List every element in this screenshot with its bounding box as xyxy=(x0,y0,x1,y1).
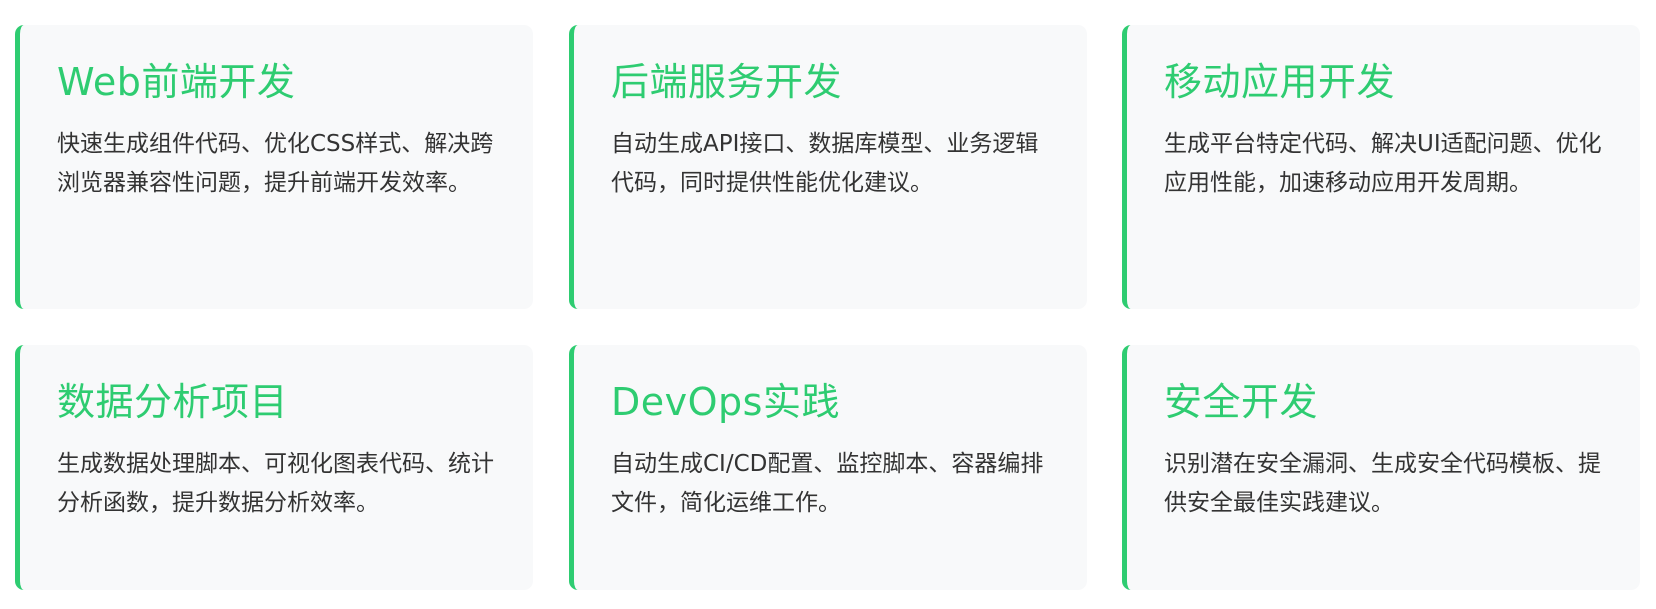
card-web-frontend: Web前端开发 快速生成组件代码、优化CSS样式、解决跨浏览器兼容性问题，提升前… xyxy=(15,25,533,309)
card-title: 数据分析项目 xyxy=(57,380,289,424)
card-title: 移动应用开发 xyxy=(1164,60,1396,104)
card-description: 自动生成CI/CD配置、监控脚本、容器编排文件，简化运维工作。 xyxy=(611,451,1044,516)
card-devops: DevOps实践 自动生成CI/CD配置、监控脚本、容器编排文件，简化运维工作。 xyxy=(569,345,1087,590)
card-description: 快速生成组件代码、优化CSS样式、解决跨浏览器兼容性问题，提升前端开发效率。 xyxy=(57,131,494,196)
card-backend-service: 后端服务开发 自动生成API接口、数据库模型、业务逻辑代码，同时提供性能优化建议… xyxy=(569,25,1087,309)
card-description: 识别潜在安全漏洞、生成安全代码模板、提供安全最佳实践建议。 xyxy=(1164,451,1601,516)
use-case-grid: Web前端开发 快速生成组件代码、优化CSS样式、解决跨浏览器兼容性问题，提升前… xyxy=(0,0,1656,609)
card-title: 安全开发 xyxy=(1164,380,1319,424)
card-title: DevOps实践 xyxy=(611,380,840,424)
card-title: Web前端开发 xyxy=(57,60,296,104)
card-title: 后端服务开发 xyxy=(611,60,843,104)
card-data-analysis: 数据分析项目 生成数据处理脚本、可视化图表代码、统计分析函数，提升数据分析效率。 xyxy=(15,345,533,590)
card-description: 生成数据处理脚本、可视化图表代码、统计分析函数，提升数据分析效率。 xyxy=(57,451,494,516)
card-description: 自动生成API接口、数据库模型、业务逻辑代码，同时提供性能优化建议。 xyxy=(611,131,1039,196)
card-security: 安全开发 识别潜在安全漏洞、生成安全代码模板、提供安全最佳实践建议。 xyxy=(1122,345,1640,590)
card-mobile-app: 移动应用开发 生成平台特定代码、解决UI适配问题、优化应用性能，加速移动应用开发… xyxy=(1122,25,1640,309)
card-description: 生成平台特定代码、解决UI适配问题、优化应用性能，加速移动应用开发周期。 xyxy=(1164,131,1602,196)
